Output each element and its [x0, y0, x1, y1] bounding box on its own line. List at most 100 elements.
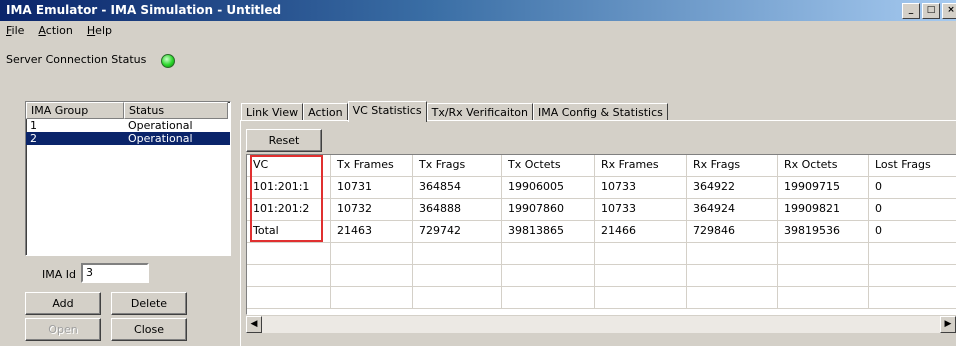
tab-txrx-verification[interactable]: Tx/Rx Verificaiton	[426, 103, 533, 121]
cell-tx-frags: 729742	[413, 221, 502, 242]
table-header-row: VC Tx Frames Tx Frags Tx Octets Rx Frame…	[247, 155, 956, 177]
tab-ima-config-statistics[interactable]: IMA Config & Statistics	[532, 103, 668, 121]
cell-empty	[413, 287, 502, 308]
column-header-tx-octets[interactable]: Tx Octets	[502, 155, 595, 176]
vc-column-highlight	[250, 155, 323, 242]
table-row[interactable]: 101:201:1 10731 364854 19906005 10733 364922 1…	[247, 177, 956, 199]
cell-empty	[413, 265, 502, 286]
cell-empty	[778, 287, 869, 308]
cell-empty	[413, 243, 502, 264]
column-header-status[interactable]: Status	[124, 102, 228, 119]
table-row-empty[interactable]	[247, 265, 956, 287]
cell-rx-frames: 10733	[595, 199, 687, 220]
table-row-empty[interactable]	[247, 287, 956, 309]
reset-button[interactable]: Reset	[246, 129, 322, 152]
menu-help[interactable]: Help	[87, 22, 112, 40]
menu-action[interactable]: Action	[38, 22, 72, 40]
column-header-lost-frags[interactable]: Lost Frags	[869, 155, 956, 176]
cell-empty	[247, 287, 331, 308]
list-item[interactable]: 1 Operational	[26, 119, 230, 132]
close-button[interactable]: Close	[111, 318, 187, 341]
cell-lost-frags: 0	[869, 177, 956, 198]
application-window: IMA Emulator - IMA Simulation - Untitled…	[0, 0, 956, 346]
cell-empty	[247, 265, 331, 286]
horizontal-scrollbar[interactable]: ◀ ▶	[246, 316, 956, 333]
cell-empty	[687, 287, 778, 308]
cell-empty	[869, 287, 956, 308]
open-button[interactable]: Open	[25, 318, 101, 341]
cell-empty	[778, 265, 869, 286]
title-bar[interactable]: IMA Emulator - IMA Simulation - Untitled…	[0, 0, 956, 21]
cell-tx-frames: 10731	[331, 177, 413, 198]
column-header-ima-group[interactable]: IMA Group	[26, 102, 124, 119]
menu-bar: File Action Help	[0, 22, 112, 40]
cell-empty	[595, 287, 687, 308]
cell-rx-frags: 364924	[687, 199, 778, 220]
column-header-tx-frames[interactable]: Tx Frames	[331, 155, 413, 176]
group-status: Operational	[128, 119, 193, 132]
cell-rx-frags: 364922	[687, 177, 778, 198]
table-row-empty[interactable]	[247, 243, 956, 265]
cell-lost-frags: 0	[869, 199, 956, 220]
maximize-button[interactable]: □	[922, 3, 940, 19]
cell-tx-frags: 364854	[413, 177, 502, 198]
column-header-rx-octets[interactable]: Rx Octets	[778, 155, 869, 176]
list-item-selected[interactable]: 2 Operational	[26, 132, 230, 145]
cell-empty	[331, 287, 413, 308]
delete-button[interactable]: Delete	[111, 292, 187, 315]
cell-rx-frags: 729846	[687, 221, 778, 242]
cell-empty	[595, 265, 687, 286]
window-controls: _ □ ×	[902, 3, 956, 19]
column-header-tx-frags[interactable]: Tx Frags	[413, 155, 502, 176]
cell-empty	[687, 243, 778, 264]
cell-empty	[247, 243, 331, 264]
window-title: IMA Emulator - IMA Simulation - Untitled	[6, 3, 282, 17]
cell-rx-frames: 21466	[595, 221, 687, 242]
cell-rx-octets: 19909715	[778, 177, 869, 198]
table-row[interactable]: 101:201:2 10732 364888 19907860 10733 364924 1…	[247, 199, 956, 221]
minimize-button[interactable]: _	[902, 3, 920, 19]
connection-status-led-icon	[161, 54, 175, 68]
column-header-rx-frames[interactable]: Rx Frames	[595, 155, 687, 176]
column-header-rx-frags[interactable]: Rx Frags	[687, 155, 778, 176]
scroll-left-arrow-icon[interactable]: ◀	[246, 316, 262, 333]
table-row[interactable]: Total 21463 729742 39813865 21466 729846 39819…	[247, 221, 956, 243]
cell-empty	[869, 265, 956, 286]
tab-vc-statistics[interactable]: VC Statistics	[347, 101, 427, 122]
cell-empty	[778, 243, 869, 264]
group-id: 2	[30, 132, 37, 145]
cell-empty	[502, 287, 595, 308]
ima-id-label: IMA Id	[42, 268, 76, 281]
tab-action[interactable]: Action	[303, 103, 348, 121]
cell-tx-frags: 364888	[413, 199, 502, 220]
ima-group-list[interactable]: IMA Group Status 1 Operational 2 Operati…	[25, 101, 231, 256]
cell-empty	[331, 243, 413, 264]
cell-empty	[502, 265, 595, 286]
group-status: Operational	[128, 132, 193, 145]
cell-empty	[869, 243, 956, 264]
group-id: 1	[30, 119, 37, 132]
cell-empty	[331, 265, 413, 286]
group-list-header: IMA Group Status	[26, 102, 230, 119]
cell-tx-frames: 10732	[331, 199, 413, 220]
cell-tx-octets: 19906005	[502, 177, 595, 198]
cell-empty	[502, 243, 595, 264]
table-body: 101:201:1 10731 364854 19906005 10733 364922 1…	[247, 177, 956, 309]
cell-rx-frames: 10733	[595, 177, 687, 198]
cell-rx-octets: 39819536	[778, 221, 869, 242]
cell-tx-octets: 39813865	[502, 221, 595, 242]
scroll-right-arrow-icon[interactable]: ▶	[940, 316, 956, 333]
cell-tx-octets: 19907860	[502, 199, 595, 220]
vc-statistics-table[interactable]: VC Tx Frames Tx Frags Tx Octets Rx Frame…	[246, 154, 956, 315]
cell-tx-frames: 21463	[331, 221, 413, 242]
server-connection-label: Server Connection Status	[6, 53, 147, 66]
menu-file[interactable]: File	[6, 22, 24, 40]
tab-link-view[interactable]: Link View	[241, 103, 304, 121]
cell-lost-frags: 0	[869, 221, 956, 242]
add-button[interactable]: Add	[25, 292, 101, 315]
cell-empty	[687, 265, 778, 286]
cell-rx-octets: 19909821	[778, 199, 869, 220]
ima-id-input[interactable]: 3	[81, 263, 149, 283]
cell-empty	[595, 243, 687, 264]
close-window-button[interactable]: ×	[942, 3, 956, 19]
